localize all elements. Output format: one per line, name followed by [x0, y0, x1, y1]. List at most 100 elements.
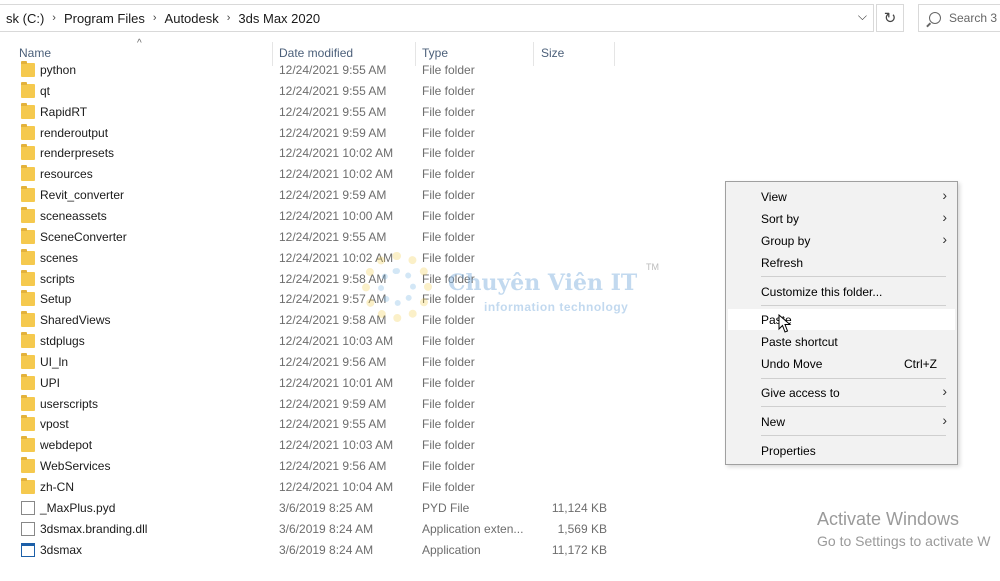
menu-item-paste-shortcut[interactable]: Paste shortcut — [728, 331, 955, 352]
app-icon — [21, 542, 35, 557]
file-name: 3dsmax.branding.dll — [40, 521, 148, 536]
file-name: _MaxPlus.pyd — [40, 500, 116, 515]
file-row[interactable]: WebServices 12/24/2021 9:56 AM File folder — [0, 456, 620, 477]
column-header-name[interactable]: Name — [19, 46, 51, 60]
file-type: File folder — [422, 459, 475, 474]
file-row[interactable]: zh-CN 12/24/2021 10:04 AM File folder — [0, 477, 620, 498]
file-date: 12/24/2021 10:03 AM — [279, 438, 394, 453]
file-row[interactable]: Revit_converter 12/24/2021 9:59 AM File fo… — [0, 185, 620, 206]
file-type: File folder — [422, 83, 475, 98]
file-row[interactable]: RapidRT 12/24/2021 9:55 AM File folder — [0, 102, 620, 123]
file-row[interactable]: scenes 12/24/2021 10:02 AM File folder — [0, 248, 620, 269]
file-row[interactable]: webdepot 12/24/2021 10:03 AM File folder — [0, 435, 620, 456]
file-row[interactable]: renderpresets 12/24/2021 10:02 AM File fol… — [0, 143, 620, 164]
file-row[interactable]: UPI 12/24/2021 10:01 AM File folder — [0, 373, 620, 394]
file-name: userscripts — [40, 396, 99, 411]
file-row[interactable]: 3dsmax 3/6/2019 8:24 AM Application 11,172 … — [0, 540, 620, 561]
file-name: renderoutput — [40, 125, 109, 140]
file-type: File folder — [422, 292, 475, 307]
search-placeholder: Search 3 — [949, 11, 998, 25]
file-icon — [21, 500, 35, 515]
menu-item-refresh[interactable]: Refresh — [728, 252, 955, 273]
file-row[interactable]: Setup 12/24/2021 9:57 AM File folder — [0, 289, 620, 310]
file-type: File folder — [422, 271, 475, 286]
file-row[interactable]: sceneassets 12/24/2021 10:00 AM File folde… — [0, 206, 620, 227]
column-header-date[interactable]: Date modified — [279, 46, 353, 60]
file-row[interactable]: _MaxPlus.pyd 3/6/2019 8:25 AM PYD File 11,1… — [0, 498, 620, 519]
file-name: WebServices — [40, 459, 111, 474]
file-name: qt — [40, 83, 51, 98]
menu-item-give-access[interactable]: Give access to › — [728, 382, 955, 403]
breadcrumb-drive[interactable]: sk (C:) — [0, 11, 50, 26]
folder-icon — [21, 332, 35, 349]
breadcrumb-autodesk[interactable]: Autodesk — [159, 11, 225, 26]
file-row[interactable]: scripts 12/24/2021 9:58 AM File folder — [0, 269, 620, 290]
chevron-right-icon[interactable]: › — [50, 12, 58, 24]
file-type: File folder — [422, 63, 475, 77]
search-icon — [929, 12, 941, 24]
menu-item-view[interactable]: View › — [728, 186, 955, 207]
file-row[interactable]: python 12/24/2021 9:55 AM File folder — [0, 60, 620, 81]
menu-item-label: Refresh — [761, 256, 804, 270]
file-type: File folder — [422, 146, 475, 161]
menu-item-sort-by[interactable]: Sort by › — [728, 208, 955, 229]
file-name: renderpresets — [40, 146, 115, 161]
file-row[interactable]: userscripts 12/24/2021 9:59 AM File folder — [0, 394, 620, 415]
menu-item-paste[interactable]: Paste — [728, 309, 955, 330]
file-date: 12/24/2021 10:02 AM — [279, 167, 394, 182]
file-row[interactable]: SceneConverter 12/24/2021 9:55 AM File fol… — [0, 227, 620, 248]
file-date: 12/24/2021 9:55 AM — [279, 83, 387, 98]
chevron-right-icon[interactable]: › — [151, 12, 159, 24]
file-name: scenes — [40, 250, 79, 265]
menu-item-undo-move[interactable]: Undo Move Ctrl+Z — [728, 353, 955, 374]
breadcrumb-3ds-max[interactable]: 3ds Max 2020 — [232, 11, 326, 26]
file-date: 12/24/2021 9:59 AM — [279, 125, 387, 140]
file-name: vpost — [40, 417, 69, 432]
file-date: 12/24/2021 10:01 AM — [279, 375, 394, 390]
refresh-button[interactable]: ↻ — [876, 4, 904, 32]
search-input[interactable]: Search 3 — [918, 4, 1000, 32]
file-row[interactable]: 3dsmax.branding.dll 3/6/2019 8:24 AM Appli… — [0, 519, 620, 540]
file-row[interactable]: UI_ln 12/24/2021 9:56 AM File folder — [0, 352, 620, 373]
menu-item-customize-folder[interactable]: Customize this folder... — [728, 281, 955, 302]
menu-item-new[interactable]: New › — [728, 411, 955, 432]
chevron-right-icon: › — [942, 231, 947, 247]
breadcrumb-program-files[interactable]: Program Files — [58, 11, 151, 26]
refresh-icon: ↻ — [883, 10, 897, 27]
file-type: File folder — [422, 229, 475, 244]
file-date: 12/24/2021 9:59 AM — [279, 396, 387, 411]
chevron-right-icon[interactable]: › — [225, 12, 233, 24]
activate-windows-title: Activate Windows — [817, 509, 960, 529]
file-row[interactable]: SharedViews 12/24/2021 9:58 AM File folder — [0, 310, 620, 331]
file-date: 12/24/2021 9:58 AM — [279, 271, 387, 286]
address-bar[interactable]: sk (C:) › Program Files › Autodesk › 3ds… — [0, 4, 874, 32]
folder-icon — [21, 61, 35, 77]
file-icon — [21, 521, 35, 536]
folder-icon — [21, 81, 35, 98]
column-header-size[interactable]: Size — [541, 46, 564, 60]
folder-icon — [21, 269, 35, 286]
column-header-type[interactable]: Type — [422, 46, 448, 60]
file-row[interactable]: vpost 12/24/2021 9:55 AM File folder — [0, 414, 620, 435]
menu-item-label: Sort by — [761, 212, 800, 226]
menu-item-group-by[interactable]: Group by › — [728, 230, 955, 251]
file-row[interactable]: qt 12/24/2021 9:55 AM File folder — [0, 81, 620, 102]
sort-ascending-icon: ^ — [137, 38, 142, 49]
file-date: 12/24/2021 9:55 AM — [279, 417, 387, 432]
file-date: 12/24/2021 9:58 AM — [279, 313, 387, 328]
chevron-down-icon[interactable]: ⌵ — [858, 9, 867, 24]
file-date: 12/24/2021 10:03 AM — [279, 334, 394, 349]
file-row[interactable]: resources 12/24/2021 10:02 AM File folder — [0, 164, 620, 185]
file-name: stdplugs — [40, 334, 85, 349]
file-type: Application exten... — [422, 521, 524, 536]
menu-item-properties[interactable]: Properties — [728, 440, 955, 461]
folder-icon — [21, 123, 35, 140]
file-date: 12/24/2021 9:56 AM — [279, 354, 387, 369]
file-row[interactable]: renderoutput 12/24/2021 9:59 AM File folde… — [0, 123, 620, 144]
file-name: UI_ln — [40, 354, 69, 369]
file-date: 3/6/2019 8:24 AM — [279, 542, 374, 557]
file-name: zh-CN — [40, 480, 75, 494]
file-name: SharedViews — [40, 313, 111, 328]
file-row[interactable]: stdplugs 12/24/2021 10:03 AM File folder — [0, 331, 620, 352]
file-type: File folder — [422, 417, 475, 432]
